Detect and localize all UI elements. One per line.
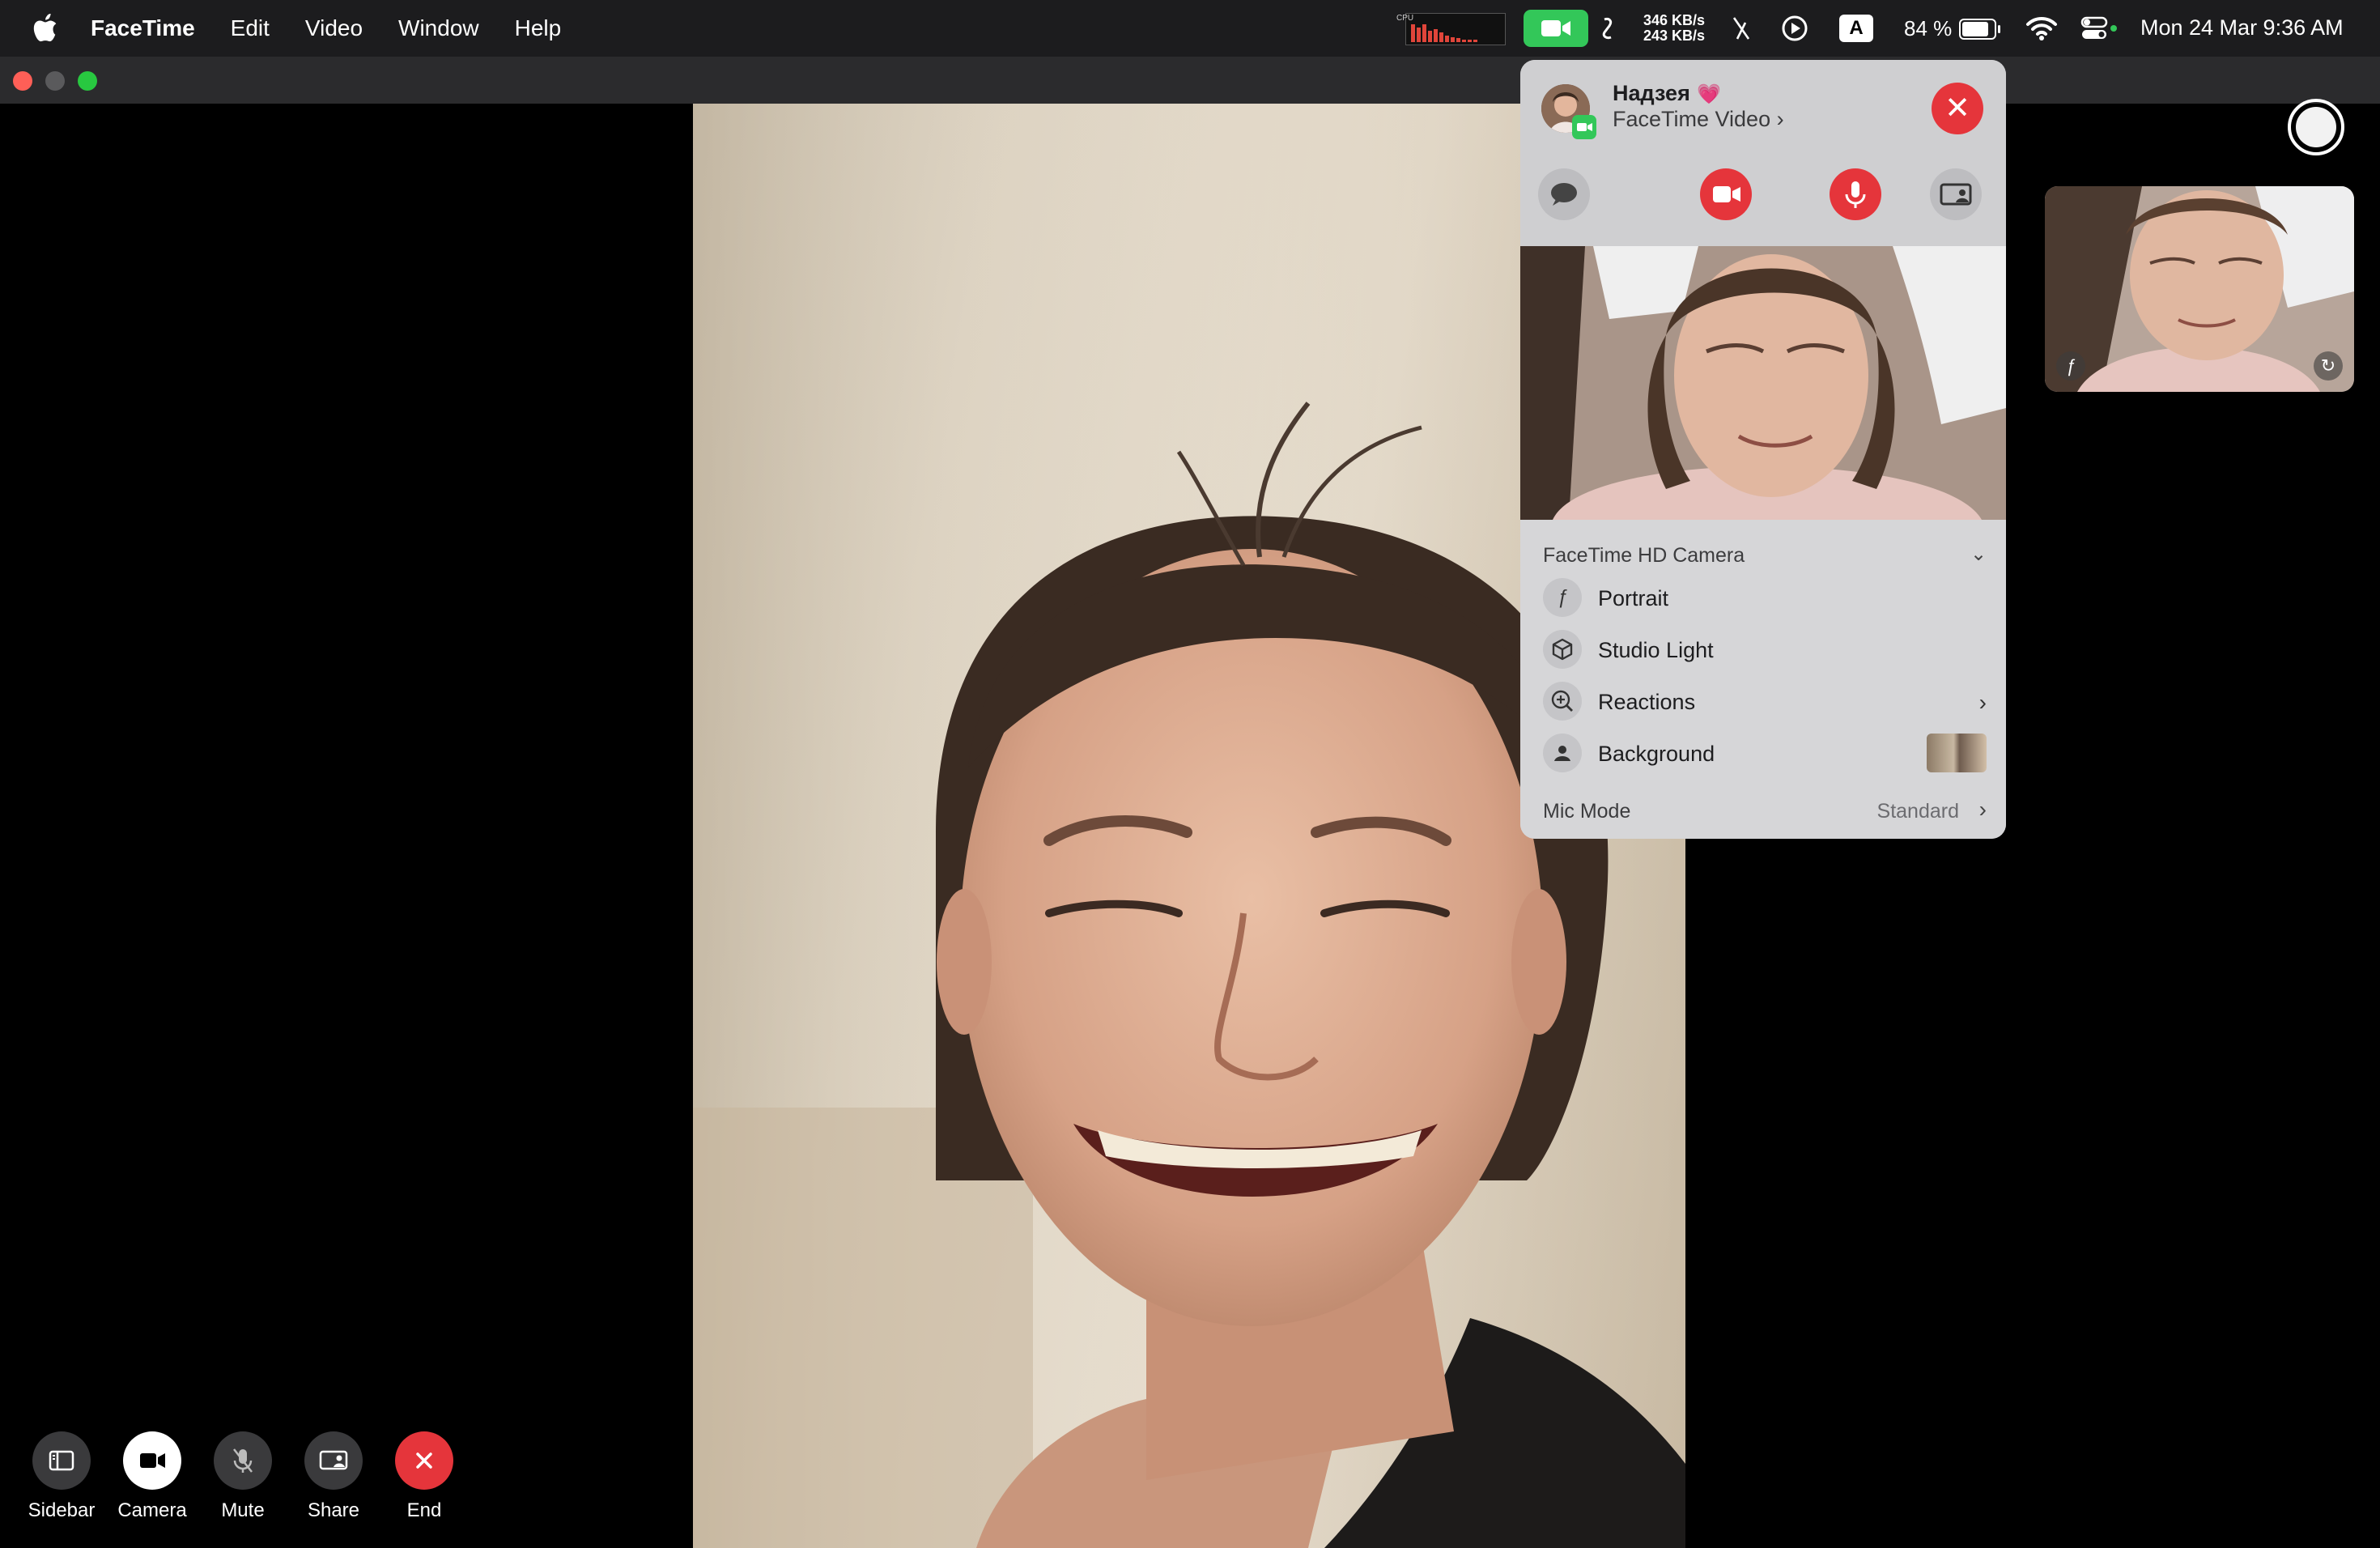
menu-help[interactable]: Help <box>515 15 562 41</box>
network-monitor[interactable]: 346 KB/s 243 KB/s <box>1635 13 1705 44</box>
chevron-down-icon[interactable]: ⌄ <box>1970 542 1987 566</box>
camera-toggle-button[interactable] <box>1700 168 1752 220</box>
facetime-status-icon[interactable] <box>1524 10 1588 47</box>
portrait-f-icon[interactable]: ƒ <box>2056 351 2085 381</box>
effect-reactions[interactable]: Reactions › <box>1543 682 1987 724</box>
net-up: 346 KB/s <box>1643 12 1705 28</box>
self-preview-video[interactable]: ƒ ↻ <box>2045 186 2354 392</box>
cube-icon <box>1543 630 1582 669</box>
person-icon <box>1543 734 1582 772</box>
mic-toggle-button[interactable] <box>1830 168 1881 220</box>
mic-slash-icon <box>214 1431 272 1490</box>
sidebar-button[interactable]: Sidebar <box>28 1431 95 1522</box>
window-minimize-button[interactable] <box>45 71 65 91</box>
battery-percent: 84 % <box>1904 16 1953 40</box>
menu-window[interactable]: Window <box>398 15 479 41</box>
menu-video[interactable]: Video <box>305 15 363 41</box>
camera-icon <box>1713 186 1740 202</box>
end-call-button[interactable]: ✕ <box>1932 83 1983 134</box>
message-button[interactable] <box>1538 168 1590 220</box>
facetime-badge-icon <box>1572 115 1596 139</box>
call-type: FaceTime Video <box>1613 107 1771 131</box>
effect-label: Portrait <box>1598 586 1669 610</box>
effect-background[interactable]: Background <box>1543 734 1987 776</box>
reactions-icon <box>1543 682 1582 721</box>
apple-logo-icon[interactable] <box>32 14 58 43</box>
control-label: Share <box>307 1499 360 1521</box>
mic-mode-value[interactable]: Standard <box>1877 800 1959 823</box>
share-screen-button[interactable] <box>1930 168 1982 220</box>
effects-menu: FaceTime HD Camera ⌄ ƒ Portrait Studio L… <box>1520 520 2006 839</box>
camera-button[interactable]: Camera <box>117 1431 187 1522</box>
battery-icon[interactable] <box>1959 19 2000 40</box>
call-header: Надзея 💗 FaceTime Video › ✕ <box>1520 60 2006 246</box>
menu-bar: FaceTime Edit Video Window Help <box>0 0 2380 57</box>
control-label: Sidebar <box>28 1499 96 1521</box>
portrait-f-icon: ƒ <box>1543 578 1582 617</box>
menubar-clock[interactable]: Mon 24 Mar 9:36 AM <box>2140 15 2344 40</box>
mic-mode-label[interactable]: Mic Mode <box>1543 800 1630 823</box>
wifi-icon[interactable] <box>2025 15 2058 41</box>
call-type-link[interactable]: FaceTime Video › <box>1613 107 1784 132</box>
effect-label: Background <box>1598 742 1715 766</box>
background-thumbnail[interactable] <box>1927 734 1987 772</box>
camera-preview <box>1520 246 2006 520</box>
chevron-right-icon: › <box>1776 107 1784 131</box>
now-playing-icon[interactable] <box>1781 15 1808 42</box>
effect-portrait[interactable]: ƒ Portrait <box>1543 578 1987 620</box>
cpu-graph[interactable]: CPU <box>1396 13 1506 45</box>
control-label: Mute <box>221 1499 265 1521</box>
caller-name: Надзея <box>1613 81 1690 105</box>
chevron-right-icon: › <box>1978 690 1987 715</box>
cpu-label: CPU <box>1396 14 1414 23</box>
camera-section-label: FaceTime HD Camera <box>1543 544 1745 567</box>
effect-label: Reactions <box>1598 690 1696 714</box>
window-zoom-button[interactable] <box>78 71 97 91</box>
control-label: Camera <box>117 1499 187 1521</box>
end-button[interactable]: End <box>393 1431 455 1522</box>
share-button[interactable]: Share <box>303 1431 364 1522</box>
mute-button[interactable]: Mute <box>212 1431 274 1522</box>
control-label: End <box>406 1499 442 1521</box>
rotate-icon[interactable]: ↻ <box>2314 351 2343 381</box>
effect-label: Studio Light <box>1598 638 1714 662</box>
input-source-indicator[interactable]: A <box>1839 15 1873 42</box>
sidebar-icon <box>32 1431 91 1490</box>
menu-app-name[interactable]: FaceTime <box>91 15 195 41</box>
video-effects-popover: Надзея 💗 FaceTime Video › ✕ FaceTime HD … <box>1520 60 2006 839</box>
record-button[interactable] <box>2288 99 2344 155</box>
message-bubble-icon <box>1551 183 1577 206</box>
control-center-icon[interactable] <box>2080 16 2118 40</box>
chevron-right-icon[interactable]: › <box>1979 797 1987 823</box>
window-titlebar <box>0 57 2380 104</box>
caller-emoji: 💗 <box>1697 83 1721 105</box>
net-down: 243 KB/s <box>1643 28 1705 44</box>
share-screen-icon <box>304 1431 363 1490</box>
focus-slash-icon[interactable] <box>1729 15 1753 42</box>
camera-icon <box>123 1431 181 1490</box>
loop-status-icon[interactable] <box>1601 16 1614 40</box>
microphone-icon <box>1845 181 1866 208</box>
effect-studio-light[interactable]: Studio Light <box>1543 630 1987 672</box>
share-screen-icon <box>1940 183 1972 206</box>
menu-edit[interactable]: Edit <box>231 15 270 41</box>
window-close-button[interactable] <box>13 71 32 91</box>
close-icon <box>395 1431 453 1490</box>
